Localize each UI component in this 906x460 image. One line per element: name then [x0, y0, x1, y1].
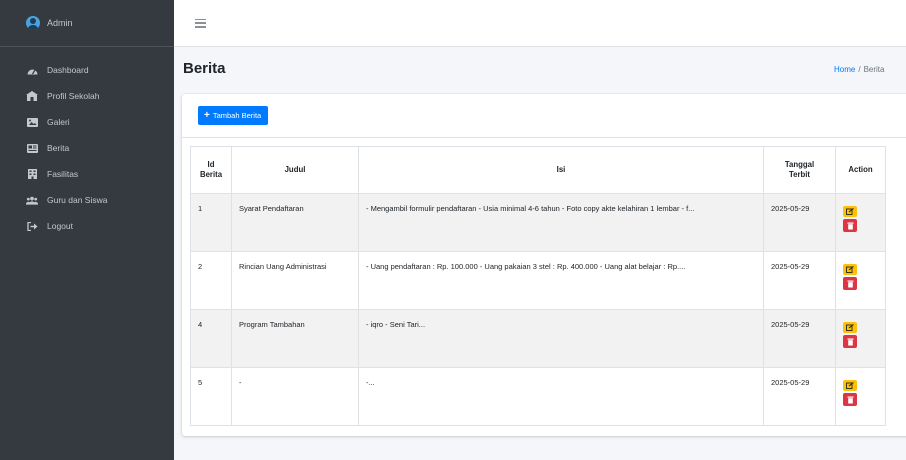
header-id-line1: Id	[207, 160, 215, 170]
user-panel[interactable]: Admin	[0, 0, 174, 47]
header-tanggal-terbit: Tanggal Terbit	[763, 146, 836, 194]
sidebar-item-galeri[interactable]: Galeri	[0, 109, 174, 135]
cell-tanggal: 2025-05-29	[763, 193, 836, 252]
header-tanggal-line2: Terbit	[788, 170, 811, 179]
edit-button[interactable]	[843, 206, 857, 217]
cell-tanggal: 2025-05-29	[763, 251, 836, 310]
sidebar: Admin Dashboard Profil Sekolah Galeri Be…	[0, 0, 174, 460]
header-isi: Isi	[358, 146, 764, 194]
trash-icon	[847, 280, 853, 287]
dashboard-icon	[26, 65, 38, 75]
sidebar-item-berita[interactable]: Berita	[0, 135, 174, 161]
card-header: + Tambah Berita	[182, 94, 906, 138]
cell-tanggal: 2025-05-29	[763, 309, 836, 368]
sidebar-item-label: Profil Sekolah	[47, 91, 100, 101]
header-id-line2: Berita	[199, 170, 223, 179]
breadcrumb: Home / Berita	[834, 65, 884, 74]
cell-isi: - Mengambil formulir pendaftaran - Usia …	[358, 193, 764, 252]
cell-id: 1	[190, 193, 232, 252]
berita-card: + Tambah Berita Id Berita Judul Isi Tang…	[182, 94, 906, 436]
header-action: Action	[835, 146, 886, 194]
trash-icon	[847, 222, 853, 229]
sidebar-item-dashboard[interactable]: Dashboard	[0, 57, 174, 83]
cell-isi: - iqro - Seni Tari...	[358, 309, 764, 368]
sidebar-item-profil-sekolah[interactable]: Profil Sekolah	[0, 83, 174, 109]
delete-button[interactable]	[843, 335, 857, 348]
cell-judul: Program Tambahan	[231, 309, 359, 368]
plus-icon: +	[204, 109, 210, 121]
sidebar-item-label: Berita	[47, 143, 70, 153]
sidebar-item-logout[interactable]: Logout	[0, 213, 174, 239]
berita-table: Id Berita Judul Isi Tanggal Terbit Actio…	[190, 146, 886, 426]
edit-icon	[846, 208, 854, 215]
menu-toggle-icon[interactable]	[195, 18, 206, 28]
trash-icon	[847, 396, 853, 403]
cell-judul: Rincian Uang Administrasi	[231, 251, 359, 310]
page-title: Berita	[183, 60, 226, 77]
image-icon	[26, 117, 38, 127]
building-icon	[26, 169, 38, 179]
sidebar-item-label: Guru dan Siswa	[47, 195, 108, 205]
sidebar-item-fasilitas[interactable]: Fasilitas	[0, 161, 174, 187]
logout-icon	[26, 221, 38, 231]
add-berita-button[interactable]: + Tambah Berita	[198, 106, 269, 125]
edit-icon	[846, 266, 854, 273]
breadcrumb-separator: /	[858, 65, 861, 74]
table-row: 5 - -... 2025-05-29	[190, 367, 886, 426]
cell-action	[835, 193, 886, 252]
table-row: 4 Program Tambahan - iqro - Seni Tari...…	[190, 309, 886, 368]
edit-button[interactable]	[843, 264, 857, 275]
sidebar-item-label: Dashboard	[47, 65, 89, 75]
cell-isi: - Uang pendaftaran : Rp. 100.000 - Uang …	[358, 251, 764, 310]
sidebar-item-guru-dan-siswa[interactable]: Guru dan Siswa	[0, 187, 174, 213]
cell-action	[835, 367, 886, 426]
users-icon	[26, 195, 38, 205]
user-name: Admin	[47, 18, 73, 28]
breadcrumb-current: Berita	[863, 65, 885, 74]
cell-action	[835, 309, 886, 368]
header-judul: Judul	[231, 146, 359, 194]
sidebar-item-label: Galeri	[47, 117, 70, 127]
edit-button[interactable]	[843, 380, 857, 391]
delete-button[interactable]	[843, 393, 857, 406]
delete-button[interactable]	[843, 219, 857, 232]
edit-icon	[846, 382, 854, 389]
cell-judul: Syarat Pendaftaran	[231, 193, 359, 252]
cell-id: 4	[190, 309, 232, 368]
table-row: 2 Rincian Uang Administrasi - Uang penda…	[190, 251, 886, 310]
school-icon	[26, 91, 38, 101]
edit-button[interactable]	[843, 322, 857, 333]
user-avatar-icon	[26, 16, 40, 30]
cell-tanggal: 2025-05-29	[763, 367, 836, 426]
breadcrumb-home-link[interactable]: Home	[834, 65, 855, 74]
sidebar-nav: Dashboard Profil Sekolah Galeri Berita F…	[0, 47, 174, 239]
trash-icon	[847, 338, 853, 345]
add-berita-button-label: Tambah Berita	[212, 111, 262, 120]
cell-action	[835, 251, 886, 310]
table-header-row: Id Berita Judul Isi Tanggal Terbit Actio…	[190, 146, 886, 194]
edit-icon	[846, 324, 854, 331]
content-header: Berita Home / Berita	[174, 48, 906, 94]
delete-button[interactable]	[843, 277, 857, 290]
cell-id: 2	[190, 251, 232, 310]
top-navbar	[174, 0, 906, 47]
sidebar-item-label: Logout	[47, 221, 73, 231]
cell-id: 5	[190, 367, 232, 426]
cell-judul: -	[231, 367, 359, 426]
sidebar-item-label: Fasilitas	[47, 169, 79, 179]
header-tanggal-line1: Tanggal	[784, 160, 815, 170]
cell-isi: -...	[358, 367, 764, 426]
table-row: 1 Syarat Pendaftaran - Mengambil formuli…	[190, 193, 886, 252]
header-id-berita: Id Berita	[190, 146, 232, 194]
newspaper-icon	[26, 143, 38, 153]
